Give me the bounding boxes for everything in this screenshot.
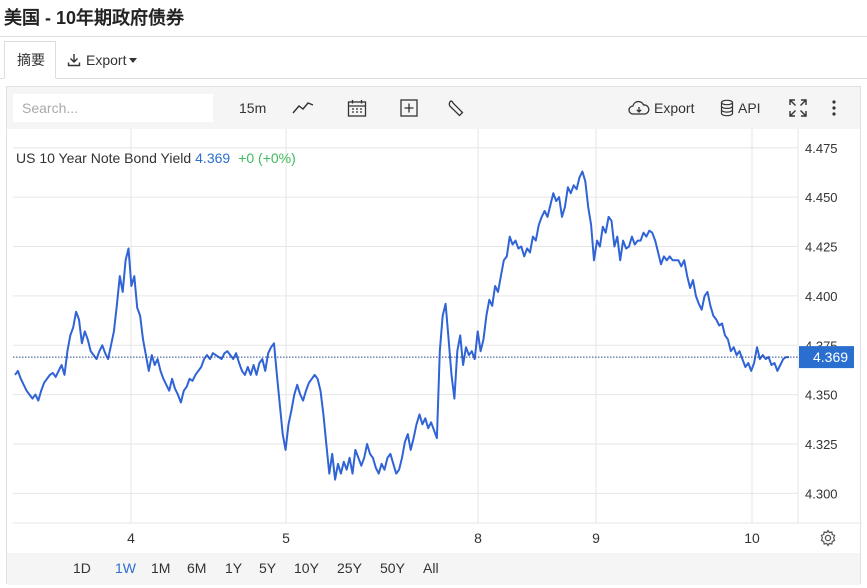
api-label: API	[738, 100, 761, 116]
caret-down-icon	[129, 57, 138, 63]
range-button-all[interactable]: All	[423, 560, 439, 576]
range-button-1d[interactable]: 1D	[73, 560, 91, 576]
y-tick-label: 4.475	[805, 141, 838, 156]
x-tick-label: 5	[282, 530, 290, 546]
x-tick-label: 4	[127, 530, 135, 546]
range-button-1w[interactable]: 1W	[115, 560, 136, 576]
y-tick-label: 4.300	[805, 486, 838, 501]
line-chart-icon	[292, 102, 314, 114]
export-label: Export	[654, 100, 695, 116]
x-tick-label: 9	[592, 530, 600, 546]
y-tick-label: 4.350	[805, 388, 838, 403]
range-button-50y[interactable]: 50Y	[380, 560, 405, 576]
page-title: 美国 - 10年期政府债券	[4, 8, 185, 28]
y-tick-label: 4.450	[805, 190, 838, 205]
cloud-download-icon	[628, 100, 650, 115]
gear-icon	[820, 529, 836, 547]
settings-tool-button[interactable]	[447, 87, 465, 129]
interval-selector[interactable]: 15m	[239, 87, 266, 129]
legend-series-name: US 10 Year Note Bond Yield	[16, 150, 192, 166]
fullscreen-icon	[789, 99, 807, 117]
interval-label: 15m	[239, 100, 267, 116]
chart-type-button[interactable]	[292, 87, 314, 129]
api-button[interactable]: API	[720, 87, 761, 129]
y-tick-label: 4.425	[805, 240, 838, 255]
x-tick-label: 8	[474, 530, 482, 546]
database-icon	[720, 99, 734, 117]
range-button-10y[interactable]: 10Y	[294, 560, 319, 576]
range-button-5y[interactable]: 5Y	[259, 560, 276, 576]
more-options-button[interactable]	[830, 87, 838, 129]
search-input[interactable]	[13, 94, 213, 122]
range-button-25y[interactable]: 25Y	[337, 560, 362, 576]
plus-box-icon	[400, 99, 418, 117]
vertical-dots-icon	[832, 100, 836, 116]
y-tick-label: 4.325	[805, 437, 838, 452]
chart-legend: US 10 Year Note Bond Yield 4.369 +0 (+0%)	[16, 150, 296, 166]
range-bar: 1D 1W 1M 6M 1Y 5Y 10Y 25Y 50Y All	[7, 553, 860, 585]
date-range-button[interactable]	[347, 87, 367, 129]
chart-settings-button[interactable]	[819, 529, 837, 552]
y-tick-label: 4.400	[805, 289, 838, 304]
tab-export-button[interactable]: Export	[66, 41, 138, 79]
download-icon	[67, 54, 81, 67]
range-button-1y[interactable]: 1Y	[225, 560, 242, 576]
chart-widget: 4.300 4.325 4.350 4.375 4.400 4.425 4.450 4.475…	[6, 86, 862, 585]
tab-summary-label: 摘要	[17, 52, 45, 68]
add-indicator-button[interactable]	[400, 87, 418, 129]
legend-value: 4.369	[195, 150, 231, 166]
export-button[interactable]: Export	[628, 87, 694, 129]
last-value-label: 4.369	[813, 349, 848, 365]
range-button-1m[interactable]: 1M	[151, 560, 170, 576]
fullscreen-button[interactable]	[788, 87, 808, 129]
tab-summary[interactable]: 摘要	[4, 41, 56, 79]
tab-export-label: Export	[86, 52, 127, 68]
calendar-icon	[347, 100, 367, 117]
x-tick-label: 10	[744, 530, 760, 546]
legend-change: +0 (+0%)	[238, 150, 296, 166]
chart-toolbar: 15m	[7, 87, 860, 129]
range-button-6m[interactable]: 6M	[187, 560, 206, 576]
wrench-icon	[448, 100, 464, 117]
tab-bar: 摘要 Export	[0, 37, 867, 79]
